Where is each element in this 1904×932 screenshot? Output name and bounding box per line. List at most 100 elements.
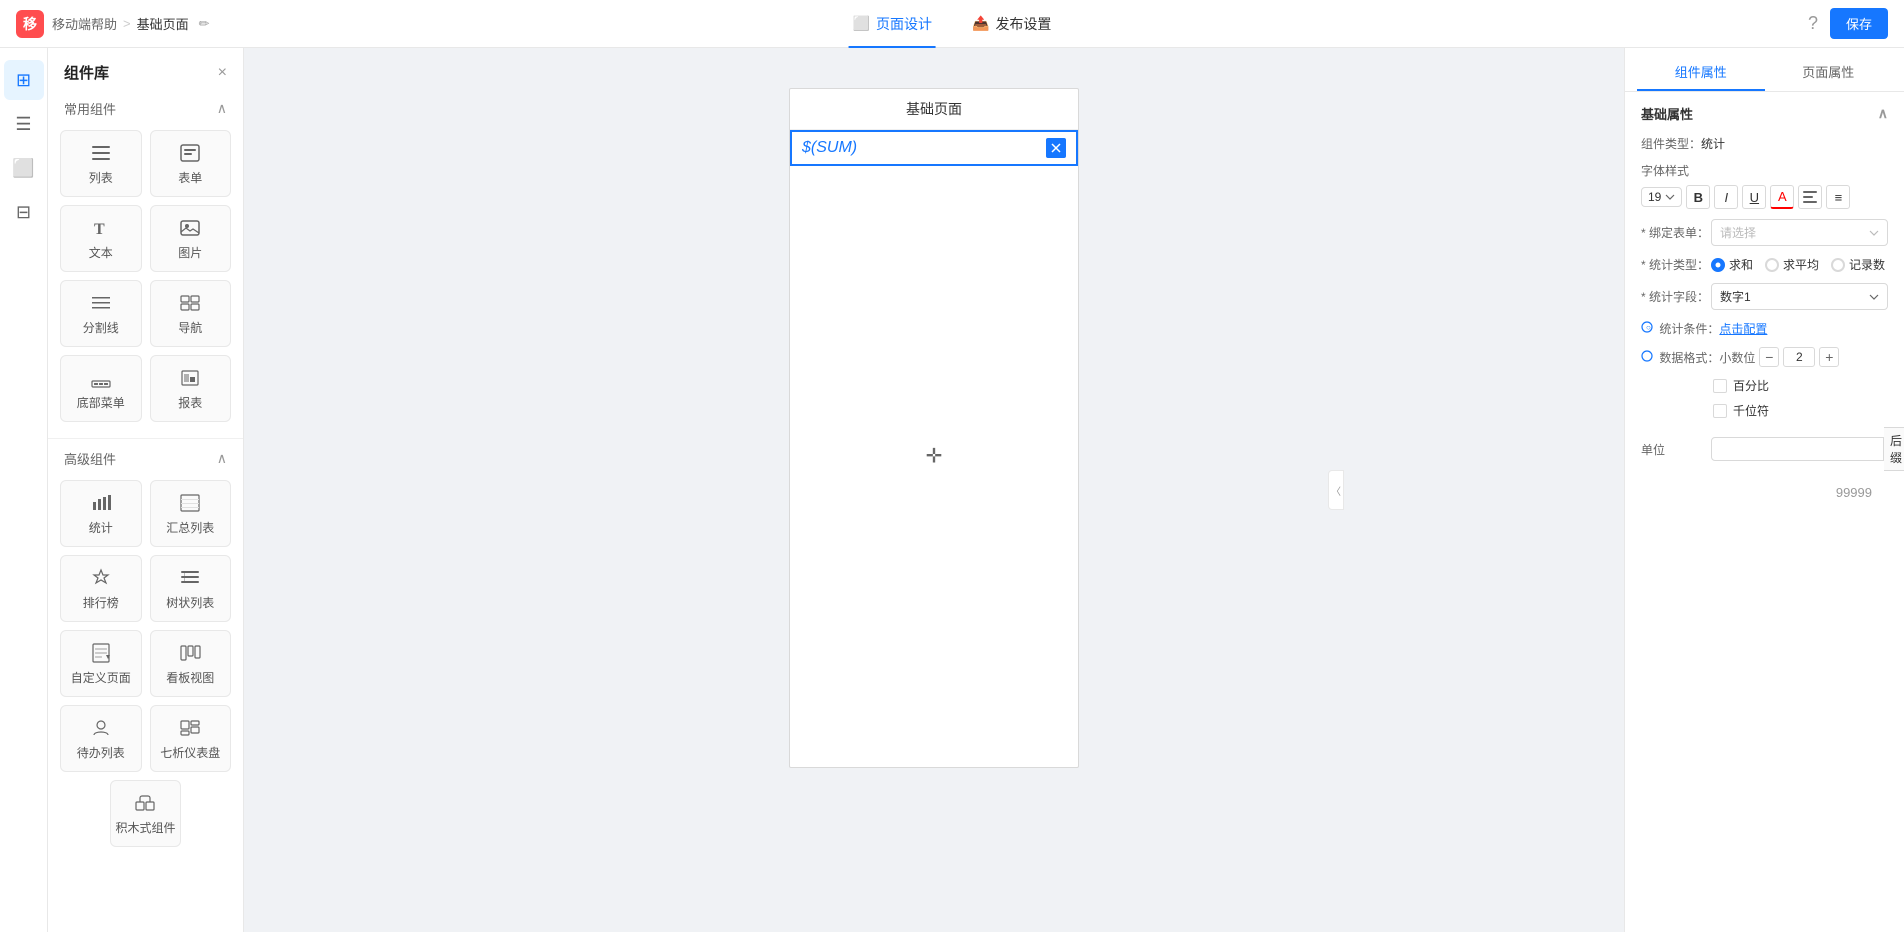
component-summary-list[interactable]: 汇总列表 xyxy=(150,480,232,547)
decimal-control: 小数位 − + xyxy=(1719,347,1839,367)
selected-component[interactable]: $(SUM) xyxy=(790,130,1078,166)
app-name: 移动端帮助 xyxy=(52,14,117,33)
component-list[interactable]: 列表 xyxy=(60,130,142,197)
component-kanban[interactable]: 看板视图 xyxy=(150,630,232,697)
component-tree-list[interactable]: 树状列表 xyxy=(150,555,232,622)
component-stat[interactable]: 统计 xyxy=(60,480,142,547)
radio-count[interactable]: 记录数 xyxy=(1831,256,1885,273)
stat-type-row: * 统计类型： 求和 求平均 记录数 xyxy=(1641,256,1888,273)
radio-sum-circle xyxy=(1711,258,1725,272)
stat-type-label: * 统计类型： xyxy=(1641,256,1711,273)
component-text[interactable]: T 文本 xyxy=(60,205,142,272)
right-panel-collapse-btn[interactable]: 〈 xyxy=(1328,470,1344,510)
sum-text: $(SUM) xyxy=(802,139,857,157)
font-size-select[interactable]: 19 xyxy=(1641,187,1682,207)
todo-icon xyxy=(89,716,113,740)
tab-design[interactable]: ⬜ 页面设计 xyxy=(849,0,936,48)
text-icon: T xyxy=(89,216,113,240)
tab-component-props[interactable]: 组件属性 xyxy=(1637,56,1765,91)
radio-sum[interactable]: 求和 xyxy=(1711,256,1753,273)
font-bold-btn[interactable]: B xyxy=(1686,185,1710,209)
stat-condition-link[interactable]: 点击配置 xyxy=(1719,320,1767,337)
thousands-row: 千位符 xyxy=(1641,402,1888,419)
common-section-label: 常用组件 xyxy=(64,99,116,118)
decimal-plus-btn[interactable]: + xyxy=(1819,347,1839,367)
component-form[interactable]: 表单 xyxy=(150,130,232,197)
required-mark-3: * xyxy=(1641,290,1646,304)
svg-text:○: ○ xyxy=(1646,323,1651,332)
topbar: 移 移动端帮助 > 基础页面 ✏ ⬜ 页面设计 📤 发布设置 ? 保存 xyxy=(0,0,1904,48)
font-more-btn[interactable]: ≡ xyxy=(1826,185,1850,209)
edit-icon[interactable]: ✏ xyxy=(199,16,210,32)
list-icon xyxy=(89,141,113,165)
tab-page-props[interactable]: 页面属性 xyxy=(1765,56,1893,91)
page-frame-title: 基础页面 xyxy=(790,89,1078,130)
close-icon[interactable]: × xyxy=(218,64,227,82)
sum-display: $(SUM) xyxy=(792,132,1076,164)
component-todo[interactable]: 待办列表 xyxy=(60,705,142,772)
decimal-input[interactable] xyxy=(1783,347,1815,367)
right-tabs: 组件属性 页面属性 xyxy=(1625,48,1904,92)
advanced-section-label: 高级组件 xyxy=(64,449,116,468)
font-size-value: 19 xyxy=(1648,190,1661,204)
component-ranking[interactable]: 排行榜 xyxy=(60,555,142,622)
form-icon xyxy=(178,141,202,165)
radio-avg[interactable]: 求平均 xyxy=(1765,256,1819,273)
topbar-right: ? 保存 xyxy=(1808,8,1888,39)
component-todo-label: 待办列表 xyxy=(77,744,125,761)
page-name: 基础页面 xyxy=(137,14,189,33)
font-align-btn[interactable] xyxy=(1798,185,1822,209)
font-style-label: 字体样式 xyxy=(1641,162,1888,179)
component-nav-label: 导航 xyxy=(178,319,202,336)
strip-icon-list[interactable]: ☰ xyxy=(4,104,44,144)
kanban-icon xyxy=(178,641,202,665)
font-underline-btn[interactable]: U xyxy=(1742,185,1766,209)
component-divider[interactable]: 分割线 xyxy=(60,280,142,347)
component-block[interactable]: 积木式组件 xyxy=(110,780,180,847)
main-layout: ⊞ ☰ ⬜ ⊟ 组件库 × 常用组件 ∧ 列表 xyxy=(0,48,1904,932)
unit-input[interactable] xyxy=(1711,437,1884,461)
decimal-label: 小数位 xyxy=(1719,349,1755,366)
component-ranking-label: 排行榜 xyxy=(83,594,119,611)
thousands-checkbox[interactable] xyxy=(1713,404,1727,418)
basic-collapse-icon[interactable]: ∧ xyxy=(1878,105,1888,122)
decimal-minus-btn[interactable]: − xyxy=(1759,347,1779,367)
common-collapse-icon[interactable]: ∧ xyxy=(217,100,227,117)
strip-icon-image[interactable]: ⬜ xyxy=(4,148,44,188)
strip-icon-minus[interactable]: ⊟ xyxy=(4,192,44,232)
help-icon[interactable]: ? xyxy=(1808,13,1818,34)
component-list-label: 列表 xyxy=(89,169,113,186)
font-italic-btn[interactable]: I xyxy=(1714,185,1738,209)
panel-title: 组件库 xyxy=(64,62,109,83)
unit-after-select[interactable]: 后缀 xyxy=(1884,427,1904,471)
page-design-icon: ⬜ xyxy=(853,15,870,32)
stat-field-select[interactable]: 数字1 xyxy=(1711,283,1888,310)
strip-icon-grid[interactable]: ⊞ xyxy=(4,60,44,100)
tab-publish[interactable]: 📤 发布设置 xyxy=(968,0,1055,48)
component-image[interactable]: 图片 xyxy=(150,205,232,272)
component-bottom-menu[interactable]: 底部菜单 xyxy=(60,355,142,422)
component-report[interactable]: 报表 xyxy=(150,355,232,422)
bind-form-select[interactable]: 请选择 xyxy=(1711,219,1888,246)
save-button[interactable]: 保存 xyxy=(1830,8,1888,39)
font-color-btn[interactable]: A xyxy=(1770,185,1794,209)
component-nav[interactable]: 导航 xyxy=(150,280,232,347)
unit-row: 单位 后缀 xyxy=(1641,427,1888,471)
panel-header: 组件库 × xyxy=(48,48,243,93)
component-dashboard[interactable]: 七析仪表盘 xyxy=(150,705,232,772)
radio-avg-label: 求平均 xyxy=(1783,256,1819,273)
bind-form-row: * 绑定表单： 请选择 xyxy=(1641,219,1888,246)
component-block-label: 积木式组件 xyxy=(115,819,175,836)
advanced-collapse-icon[interactable]: ∧ xyxy=(217,450,227,467)
percent-label: 百分比 xyxy=(1733,377,1769,394)
radio-count-label: 记录数 xyxy=(1849,256,1885,273)
ranking-icon xyxy=(89,566,113,590)
component-custom-page[interactable]: 自定义页面 xyxy=(60,630,142,697)
topbar-left: 移 移动端帮助 > 基础页面 ✏ xyxy=(16,10,210,38)
prop-type-label: 组件类型： xyxy=(1641,135,1701,152)
radio-avg-circle xyxy=(1765,258,1779,272)
sum-delete-btn[interactable] xyxy=(1046,138,1066,158)
stat-field-row: * 统计字段： 数字1 xyxy=(1641,283,1888,310)
percent-checkbox[interactable] xyxy=(1713,379,1727,393)
basic-props-header: 基础属性 ∧ xyxy=(1641,104,1888,123)
